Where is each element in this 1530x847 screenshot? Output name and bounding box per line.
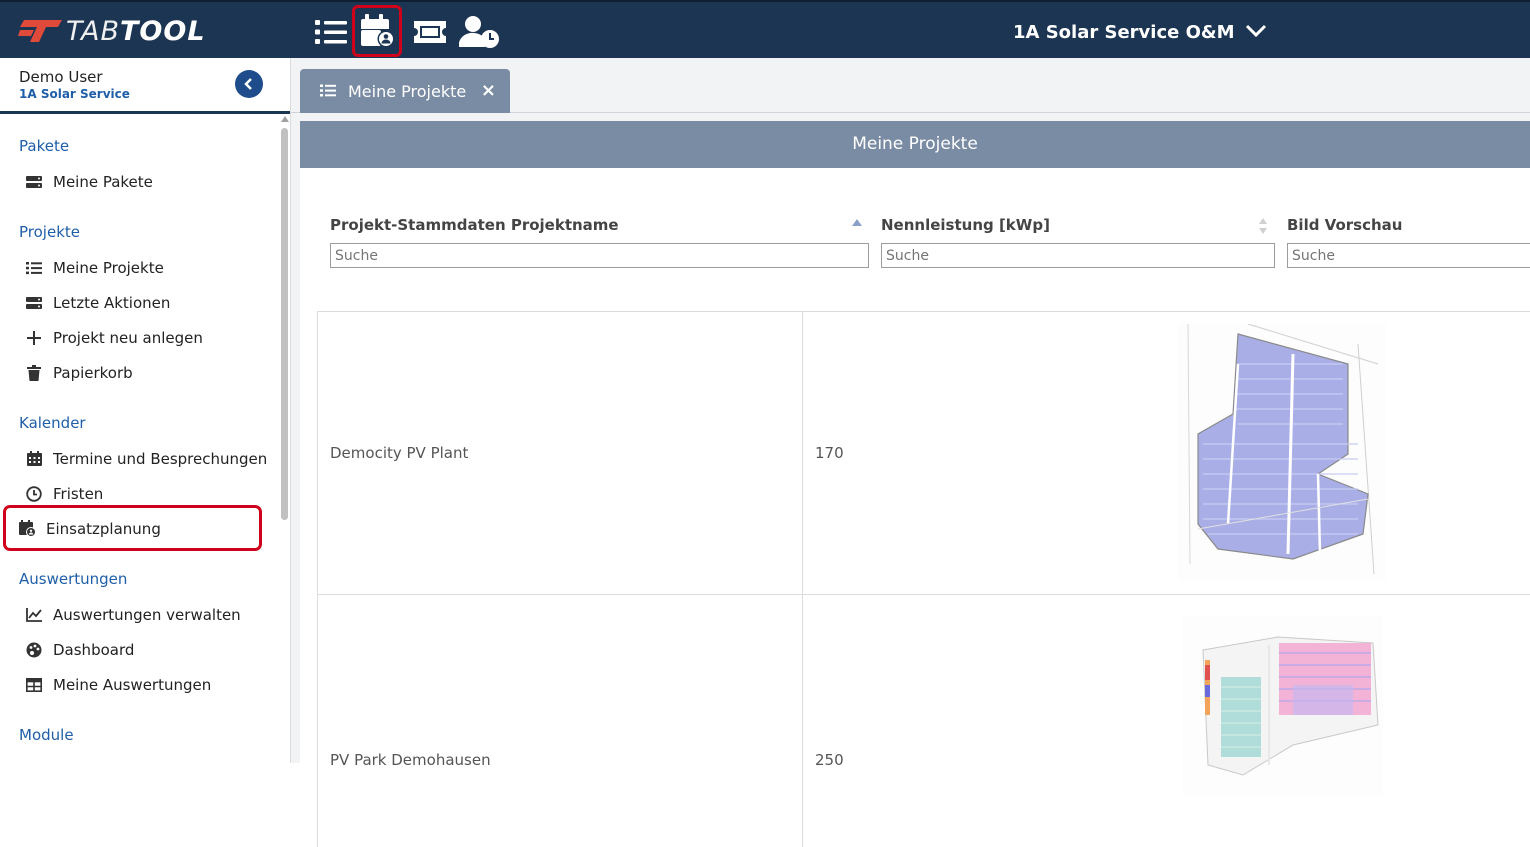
list-icon [25, 259, 43, 277]
projects-table: Projekt-Stammdaten Projektname Nennleist… [317, 205, 1530, 847]
sidebar-item-label: Fristen [53, 484, 104, 503]
sidebar-item-label: Auswertungen verwalten [53, 605, 241, 624]
top-navigation-bar: TABTOOL 1A Solar Service O&M [0, 0, 1530, 58]
sidebar-item-label: Letzte Aktionen [53, 293, 171, 312]
section-title-auswertungen: Auswertungen [19, 570, 128, 588]
sidebar-item-label: Termine und Besprechungen [53, 449, 268, 468]
sidebar-item-label: Meine Auswertungen [53, 675, 212, 694]
sidebar-navigation: Pakete Meine Pakete Projekte Meine Proje… [0, 120, 280, 753]
sidebar-item-meine-pakete[interactable]: Meine Pakete [0, 164, 280, 199]
scroll-up-arrow-icon[interactable] [281, 116, 289, 122]
section-title-pakete: Pakete [19, 137, 70, 155]
sidebar-item-label: Meine Projekte [53, 258, 164, 277]
tab-bar: Meine Projekte × [291, 58, 1530, 113]
sidebar-item-projekt-neu-anlegen[interactable]: Projekt neu anlegen [0, 320, 280, 355]
sidebar-item-label: Meine Pakete [53, 172, 153, 191]
table-row[interactable]: PV Park Demohausen 250 [317, 594, 1530, 847]
logo-text: TABTOOL [66, 15, 206, 47]
sidebar-item-einsatzplanung[interactable]: Einsatzplanung [0, 505, 280, 551]
palette-icon [25, 641, 43, 659]
sidebar-item-meine-projekte[interactable]: Meine Projekte [0, 250, 280, 285]
search-input-projektname[interactable] [330, 243, 869, 268]
column-header-bild-vorschau[interactable]: Bild Vorschau [1287, 216, 1402, 234]
collapse-sidebar-button[interactable] [235, 70, 263, 98]
list-icon[interactable] [309, 10, 353, 54]
cell-projektname[interactable]: Democity PV Plant [318, 312, 802, 594]
close-icon[interactable]: × [481, 80, 496, 101]
cell-nennleistung: 250 [802, 595, 1202, 847]
sort-both-icon[interactable] [1258, 217, 1268, 239]
table-row[interactable]: Democity PV Plant 170 [317, 311, 1530, 594]
server-icon [25, 294, 43, 312]
company-name: 1A Solar Service O&M [1013, 22, 1235, 43]
site-plan-thumbnail[interactable] [1183, 615, 1383, 799]
user-clock-icon[interactable] [458, 10, 502, 54]
sidebar-item-papierkorb[interactable]: Papierkorb [0, 355, 280, 390]
sidebar-item-label: Dashboard [53, 640, 135, 659]
search-input-bild-vorschau[interactable] [1287, 243, 1530, 268]
list-icon [320, 82, 336, 101]
column-header-projektname[interactable]: Projekt-Stammdaten Projektname [330, 216, 619, 234]
sidebar-item-letzte-aktionen[interactable]: Letzte Aktionen [0, 285, 280, 320]
section-title-projekte: Projekte [19, 223, 80, 241]
section-title-module: Module [19, 726, 74, 744]
user-info: Demo User 1A Solar Service [0, 58, 290, 114]
cell-nennleistung: 170 [802, 312, 1202, 594]
company-selector[interactable]: 1A Solar Service O&M [1013, 22, 1267, 43]
sidebar-item-dashboard[interactable]: Dashboard [0, 632, 280, 667]
site-plan-thumbnail[interactable] [1178, 323, 1386, 584]
calendar-user-icon[interactable] [352, 5, 402, 57]
chevron-down-icon [1245, 22, 1267, 43]
calendar-icon [25, 450, 43, 468]
plus-icon [25, 329, 43, 347]
scrollbar-thumb[interactable] [281, 128, 288, 520]
ticket-icon[interactable] [408, 10, 452, 54]
highlight-box [3, 505, 262, 551]
sidebar: Demo User 1A Solar Service Pakete Meine … [0, 58, 291, 763]
sort-ascending-icon[interactable] [852, 219, 862, 226]
panel-title: Meine Projekte [300, 121, 1530, 168]
sidebar-item-meine-auswertungen[interactable]: Meine Auswertungen [0, 667, 280, 702]
tab-meine-projekte[interactable]: Meine Projekte × [300, 69, 510, 113]
sidebar-item-termine[interactable]: Termine und Besprechungen [0, 441, 280, 476]
sidebar-item-label: Projekt neu anlegen [53, 328, 203, 347]
clock-icon [25, 485, 43, 503]
column-header-nennleistung[interactable]: Nennleistung [kWp] [881, 216, 1050, 234]
sidebar-item-auswertungen-verwalten[interactable]: Auswertungen verwalten [0, 597, 280, 632]
server-icon [25, 173, 43, 191]
line-chart-icon [25, 606, 43, 624]
table-icon [25, 676, 43, 694]
table-header: Projekt-Stammdaten Projektname Nennleist… [317, 205, 1530, 275]
cell-projektname[interactable]: PV Park Demohausen [318, 595, 802, 847]
trash-icon [25, 364, 43, 382]
search-input-nennleistung[interactable] [881, 243, 1275, 268]
sidebar-item-label: Papierkorb [53, 363, 133, 382]
section-title-kalender: Kalender [19, 414, 86, 432]
chevron-left-icon [244, 78, 252, 90]
tabtool-logo[interactable]: TABTOOL [18, 15, 206, 47]
sidebar-scrollbar[interactable] [280, 116, 290, 763]
projects-panel: Meine Projekte Projekt-Stammdaten Projek… [300, 121, 1530, 847]
tab-label: Meine Projekte [348, 81, 467, 101]
main-content: Meine Projekte × Meine Projekte Projekt-… [291, 58, 1530, 847]
logo-mark [18, 18, 64, 44]
